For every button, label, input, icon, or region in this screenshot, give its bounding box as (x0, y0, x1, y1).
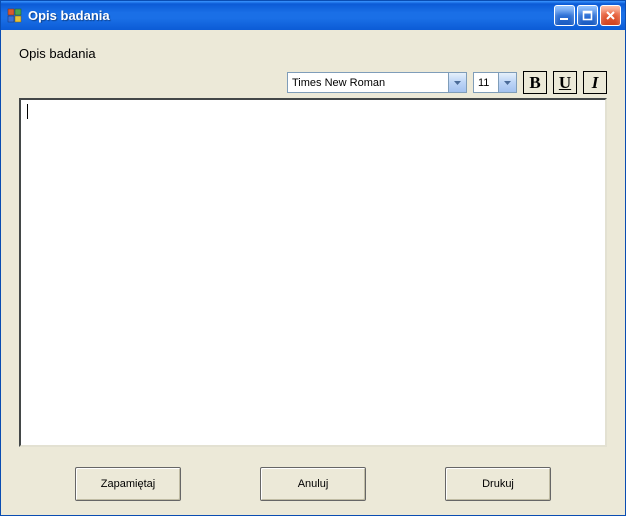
chevron-down-icon (448, 73, 466, 92)
underline-icon: U (559, 73, 571, 93)
cancel-button[interactable]: Anuluj (260, 467, 366, 501)
save-button-label: Zapamiętaj (101, 478, 155, 490)
format-toolbar: Times New Roman 11 B U I (19, 71, 607, 94)
minimize-button[interactable] (554, 5, 575, 26)
cancel-button-label: Anuluj (298, 478, 329, 490)
font-size-dropdown[interactable]: 11 (473, 72, 517, 93)
action-buttons: Zapamiętaj Anuluj Drukuj (19, 447, 607, 501)
client-area: Opis badania Times New Roman 11 B U (1, 30, 625, 515)
bold-icon: B (529, 73, 540, 93)
editor-textarea[interactable] (19, 98, 607, 447)
titlebar: Opis badania (1, 1, 625, 30)
text-cursor (27, 104, 28, 119)
font-family-value: Times New Roman (288, 77, 448, 89)
close-button[interactable] (600, 5, 621, 26)
window-frame: Opis badania Opis badania Times New Roma… (0, 0, 626, 516)
underline-button[interactable]: U (553, 71, 577, 94)
bold-button[interactable]: B (523, 71, 547, 94)
chevron-down-icon (498, 73, 516, 92)
italic-icon: I (592, 73, 599, 93)
save-button[interactable]: Zapamiętaj (75, 467, 181, 501)
print-button-label: Drukuj (482, 478, 514, 490)
font-family-dropdown[interactable]: Times New Roman (287, 72, 467, 93)
italic-button[interactable]: I (583, 71, 607, 94)
app-icon (7, 8, 23, 24)
print-button[interactable]: Drukuj (445, 467, 551, 501)
window-controls (554, 5, 621, 26)
font-size-value: 11 (474, 77, 498, 89)
maximize-button[interactable] (577, 5, 598, 26)
window-title: Opis badania (28, 8, 554, 23)
page-title: Opis badania (19, 46, 607, 61)
